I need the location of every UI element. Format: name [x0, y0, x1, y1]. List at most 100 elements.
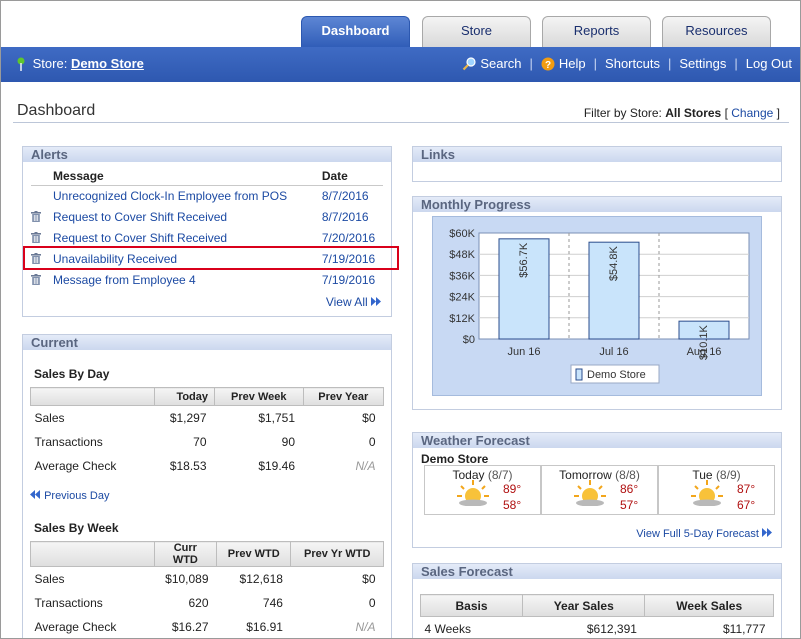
weather-day-card: Tomorrow (8/8) 86° 57° — [541, 465, 658, 515]
y-tick-label: $36K — [449, 270, 475, 282]
app-window: Dashboard Store Reports Resources Store:… — [0, 0, 801, 639]
store-prefix: Store: — [32, 56, 68, 71]
current-header: Current — [23, 335, 391, 350]
y-tick-label: $48K — [449, 249, 475, 261]
weather-day-card: Today (8/7) 89° 58° — [424, 465, 541, 515]
view-all-alerts[interactable]: View All — [326, 295, 382, 309]
page-title: Dashboard — [17, 102, 96, 119]
alert-message[interactable]: Unrecognized Clock-In Employee from POS — [53, 185, 320, 206]
alerts-col-message: Message — [53, 167, 320, 186]
shortcuts-link[interactable]: Shortcuts — [605, 56, 660, 71]
sales-by-day-table: Today Prev Week Prev Year Sales $1,297 $… — [30, 387, 385, 478]
trash-icon[interactable] — [31, 210, 41, 222]
store-name-link[interactable]: Demo Store — [71, 56, 144, 71]
divider: | — [734, 56, 738, 71]
legend-swatch — [575, 368, 583, 381]
previous-day-link[interactable]: Previous Day — [44, 490, 109, 502]
y-tick-label: $24K — [449, 292, 475, 304]
current-store: Store: Demo Store — [17, 56, 144, 71]
x-tick-label: Jun 16 — [507, 346, 540, 358]
table-row: Transactions 70 90 0 — [34, 434, 376, 449]
top-links: Search | ? Help | Shortcuts | Settings |… — [462, 56, 792, 71]
alerts-header: Alerts — [23, 147, 391, 162]
weather-low: 58° — [503, 498, 522, 512]
col-year-sales: Year Sales — [522, 594, 646, 617]
logout-link[interactable]: Log Out — [746, 56, 792, 71]
sun-cloud-icon — [574, 480, 606, 506]
tab-resources[interactable]: Resources — [662, 16, 771, 48]
monthly-progress-panel: Monthly Progress $0 $12K $24K $36K $48K $60K $… — [412, 196, 782, 410]
divider: | — [667, 56, 672, 71]
weather-low: 67° — [737, 498, 756, 512]
alert-row[interactable]: Request to Cover Shift Received 7/20/201… — [31, 227, 383, 248]
sales-forecast-header: Sales Forecast — [413, 564, 781, 579]
table-row: Average Check $18.53 $19.46 N/A — [34, 458, 376, 473]
alert-date: 8/7/2016 — [321, 209, 369, 224]
links-panel: Links — [412, 146, 782, 182]
alerts-panel: Alerts Message Date Unrecognized Clock-I… — [22, 146, 399, 317]
alert-message[interactable]: Message from Employee 4 — [53, 269, 320, 290]
monthly-progress-chart: $0 $12K $24K $36K $48K $60K $56.7K Jun 16 $54.8K… — [449, 228, 750, 384]
view-full-forecast[interactable]: View Full 5-Day Forecast — [636, 528, 773, 540]
store-pin-icon — [17, 57, 25, 71]
search-link[interactable]: Search — [480, 56, 521, 71]
filter-bracket-close: ] — [776, 106, 780, 120]
alert-row[interactable]: Unrecognized Clock-In Employee from POS … — [31, 185, 383, 206]
top-bar: Store: Demo Store Search | ? Help | Shor… — [1, 47, 800, 82]
alert-row[interactable]: Message from Employee 4 7/19/2016 — [31, 269, 383, 290]
x-tick-label: Aug 16 — [687, 346, 722, 358]
settings-link[interactable]: Settings — [679, 56, 726, 71]
change-filter-link[interactable]: Change — [731, 106, 773, 120]
double-chevron-right-icon — [762, 528, 772, 537]
title-divider — [13, 122, 789, 123]
weather-day-date: (8/7) — [487, 468, 513, 482]
help-icon: ? — [541, 57, 555, 71]
filter-value: All Stores — [665, 106, 722, 120]
trash-icon[interactable] — [31, 231, 41, 243]
weather-panel: Weather Forecast Demo Store Today (8/7) … — [412, 432, 782, 548]
alert-message[interactable]: Request to Cover Shift Received — [53, 206, 320, 227]
tab-reports[interactable]: Reports — [542, 16, 651, 48]
help-link[interactable]: Help — [559, 56, 586, 71]
legend-label: Demo Store — [587, 369, 646, 381]
table-row: Transactions 620 746 0 — [34, 595, 376, 610]
tab-dashboard[interactable]: Dashboard — [301, 16, 410, 48]
view-full-forecast-link[interactable]: View Full 5-Day Forecast — [636, 528, 759, 540]
search-icon — [463, 56, 476, 70]
previous-day-nav[interactable]: Previous Day — [30, 490, 109, 502]
y-tick-label: $0 — [463, 334, 475, 346]
weather-day-card: Tue (8/9) 87° 67° — [658, 465, 775, 515]
col-prev-year: Prev Year — [302, 387, 385, 406]
links-header: Links — [413, 147, 781, 162]
weather-high: 87° — [737, 482, 756, 496]
col-today: Today — [153, 387, 216, 406]
view-all-link[interactable]: View All — [326, 295, 368, 309]
sales-forecast-table: Basis Year Sales Week Sales 4 Weeks $612… — [419, 594, 774, 638]
sales-forecast-panel: Sales Forecast Basis Year Sales Week Sal… — [412, 563, 782, 638]
table-row: Sales $1,297 $1,751 $0 — [34, 410, 376, 425]
monthly-progress-header: Monthly Progress — [413, 197, 781, 212]
alert-date: 7/19/2016 — [321, 272, 376, 287]
filter-bracket-open: [ — [724, 106, 728, 120]
alert-date: 7/20/2016 — [321, 230, 376, 245]
alert-message[interactable]: Request to Cover Shift Received — [53, 227, 320, 248]
alert-row[interactable]: Request to Cover Shift Received 8/7/2016 — [31, 206, 383, 227]
col-prev-wtd: Prev WTD — [216, 541, 292, 567]
sun-cloud-icon — [691, 480, 723, 506]
sales-by-day-title: Sales By Day — [34, 367, 110, 381]
weather-low: 57° — [620, 498, 639, 512]
svg-text:?: ? — [545, 60, 551, 71]
alerts-table: Message Date Unrecognized Clock-In Emplo… — [31, 167, 383, 290]
double-chevron-left-icon — [30, 490, 40, 499]
store-filter: Filter by Store: All Stores [ Change ] — [584, 106, 780, 120]
weather-store: Demo Store — [421, 452, 489, 466]
trash-icon[interactable] — [31, 273, 41, 285]
col-curr-wtd: Curr WTD — [153, 541, 218, 567]
bar-value-label: $56.7K — [518, 242, 530, 278]
filter-label: Filter by Store: — [583, 106, 662, 120]
tab-store[interactable]: Store — [422, 16, 531, 48]
table-row: Sales $10,089 $12,618 $0 — [34, 571, 376, 586]
col-basis: Basis — [419, 594, 524, 617]
alerts-col-date: Date — [319, 167, 383, 186]
sun-cloud-icon — [457, 480, 489, 506]
